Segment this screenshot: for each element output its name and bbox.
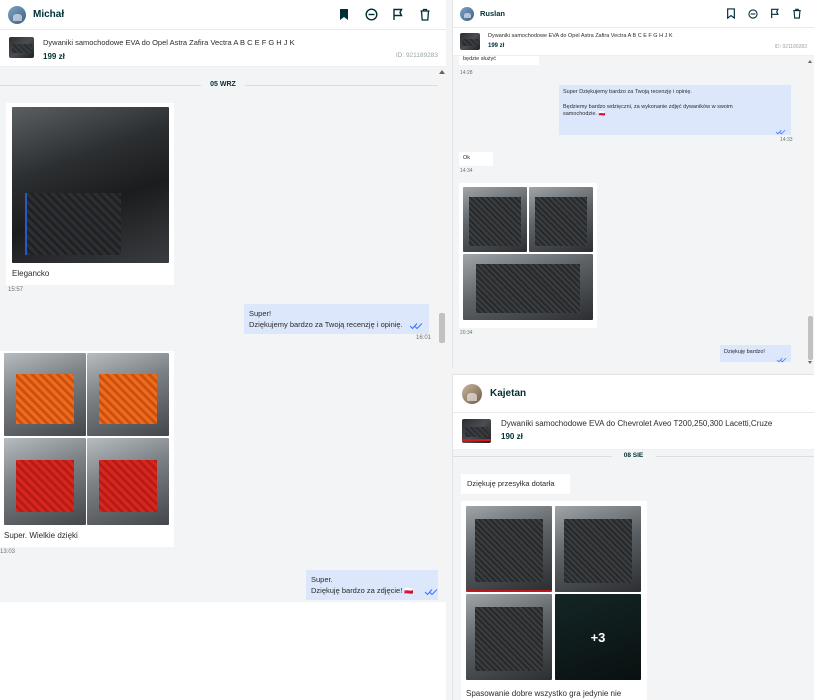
product-title[interactable]: Dywaniki samochodowe EVA do Opel Astra Z… [488, 33, 673, 39]
message-time: 14:34 [460, 168, 473, 174]
message-feed: będzie służyć 14:28 Super Dziękujemy bar… [453, 56, 814, 368]
block-icon[interactable] [360, 4, 382, 26]
conversation-actions [718, 5, 806, 23]
incoming-message [459, 183, 597, 328]
message-text-line2: Dziękujemy bardzo za Twoją recenzję i op… [249, 320, 403, 329]
product-title[interactable]: Dywaniki samochodowe EVA do Chevrolet Av… [501, 419, 772, 428]
product-info: Dywaniki samochodowe EVA do Chevrolet Av… [501, 419, 772, 441]
messages-app: Michał Dywaniki samochodowe EVA do Opel … [0, 0, 814, 700]
product-thumbnail[interactable] [460, 33, 480, 50]
product-thumbnail[interactable] [462, 419, 491, 443]
scrollbar-thumb[interactable] [808, 316, 813, 360]
message-photo[interactable] [4, 438, 86, 525]
product-card[interactable]: Dywaniki samochodowe EVA do Opel Astra Z… [0, 31, 446, 67]
incoming-message: +3 Spasowanie dobre wszystko gra jedynie… [461, 501, 647, 700]
conversation-panel-michal: Michał Dywaniki samochodowe EVA do Opel … [0, 0, 446, 700]
scroll-up-icon[interactable] [808, 60, 812, 63]
conversation-panel-kajetan: Kajetan Dywaniki samochodowe EVA do Chev… [452, 374, 814, 700]
incoming-message: będzie służyć [459, 56, 539, 65]
message-time: 14:33 [780, 137, 793, 143]
message-text: będzie służyć [463, 56, 497, 62]
message-photo[interactable] [463, 254, 593, 320]
message-time: 13:03 [0, 549, 16, 555]
trash-icon[interactable] [414, 4, 436, 26]
conversation-header: Ruslan [453, 0, 814, 28]
message-photo[interactable] [87, 438, 169, 525]
scroll-down-icon[interactable] [808, 361, 812, 364]
message-text-line1: Super. [311, 575, 333, 584]
outgoing-message: Super. Dziękuję bardzo za zdjęcie! 🇵🇱 [306, 570, 442, 600]
message-feed: 05 WRZ Elegancko 15:57 Super! Dziękujemy… [0, 67, 446, 602]
message-photo[interactable] [87, 353, 169, 436]
message-text-line1: Super! [249, 309, 272, 318]
product-id: ID: 921189283 [774, 44, 807, 50]
product-thumbnail[interactable] [9, 37, 34, 58]
user-name[interactable]: Kajetan [490, 388, 526, 399]
message-time: 16:01 [416, 335, 432, 341]
message-photo[interactable]: +3 [555, 594, 641, 680]
message-text: Dziękuję przesyłka dotarła [467, 479, 555, 488]
message-photo[interactable] [466, 506, 552, 592]
message-time: 20:34 [460, 330, 473, 336]
conversation-header: Michał [0, 0, 446, 30]
scrollbar[interactable] [438, 67, 446, 602]
message-feed: 08 SIE Dziękuję przesyłka dotarła +3 Spa… [453, 450, 814, 700]
message-text: Elegancko [12, 269, 50, 278]
double-check-icon [776, 350, 787, 368]
message-text-line2: Dziękuję bardzo za zdjęcie! 🇵🇱 [311, 586, 414, 595]
product-price: 199 zł [488, 43, 505, 49]
product-card[interactable]: Dywaniki samochodowe EVA do Chevrolet Av… [453, 414, 814, 450]
product-price: 190 zł [501, 432, 523, 441]
bookmark-icon[interactable] [722, 5, 740, 23]
message-text: Super. Wielkie dzięki [4, 531, 78, 540]
incoming-message: Dziękuję przesyłka dotarła [461, 474, 570, 494]
conversation-header: Kajetan [453, 375, 814, 413]
scroll-up-icon[interactable] [439, 70, 445, 74]
avatar[interactable] [8, 5, 26, 24]
flag-icon[interactable] [387, 4, 409, 26]
message-time: 14:28 [460, 70, 473, 76]
avatar[interactable] [462, 383, 482, 404]
avatar[interactable] [460, 6, 474, 21]
product-id: ID: 921189283 [395, 52, 438, 59]
scrollbar[interactable] [807, 56, 814, 368]
outgoing-message: Super! Dziękujemy bardzo za Twoją recenz… [244, 304, 429, 334]
message-text-line2: Będziemy bardzo wdzięczni, za wykonanie … [563, 104, 733, 118]
product-info: Dywaniki samochodowe EVA do Opel Astra Z… [488, 33, 673, 49]
message-photo[interactable] [12, 107, 169, 263]
incoming-message: Super. Wielkie dzięki [0, 351, 174, 547]
product-title[interactable]: Dywaniki samochodowe EVA do Opel Astra Z… [43, 38, 295, 47]
conversation-actions [328, 4, 436, 26]
message-text: Ok [463, 155, 471, 161]
message-photo[interactable] [4, 353, 86, 436]
message-photo[interactable] [463, 187, 527, 252]
product-card[interactable]: Dywaniki samochodowe EVA do Opel Astra Z… [453, 29, 814, 56]
incoming-message: Ok [459, 152, 493, 166]
block-icon[interactable] [744, 5, 762, 23]
date-separator: 08 SIE [453, 452, 814, 459]
message-time: 15:57 [8, 287, 24, 293]
outgoing-message: Super Dziękujemy bardzo za Twoją recenzj… [559, 85, 791, 135]
flag-icon[interactable] [766, 5, 784, 23]
trash-icon[interactable] [788, 5, 806, 23]
message-text-line1: Super Dziękujemy bardzo za Twoją recenzj… [563, 89, 692, 95]
more-photos-count[interactable]: +3 [555, 594, 641, 680]
incoming-message: Elegancko [6, 103, 174, 285]
outgoing-message: Dziękuję bardzo! [720, 345, 791, 363]
double-check-icon [424, 583, 438, 601]
product-price: 199 zł [43, 52, 65, 61]
user-name[interactable]: Michał [33, 9, 64, 20]
message-text: Spasowanie dobre wszystko gra jedynie ni… [466, 689, 622, 698]
message-photo[interactable] [529, 187, 593, 252]
conversation-panel-ruslan: Ruslan Dywaniki samochodowe EVA do Opel … [452, 0, 814, 368]
double-check-icon [409, 317, 423, 335]
user-name[interactable]: Ruslan [480, 9, 505, 18]
scrollbar-thumb[interactable] [439, 313, 445, 343]
product-info: Dywaniki samochodowe EVA do Opel Astra Z… [43, 38, 295, 61]
message-photo[interactable] [466, 594, 552, 680]
date-separator: 05 WRZ [0, 81, 446, 88]
message-photo[interactable] [555, 506, 641, 592]
bookmark-icon[interactable] [333, 4, 355, 26]
message-text: Dziękuję bardzo! [724, 349, 765, 355]
